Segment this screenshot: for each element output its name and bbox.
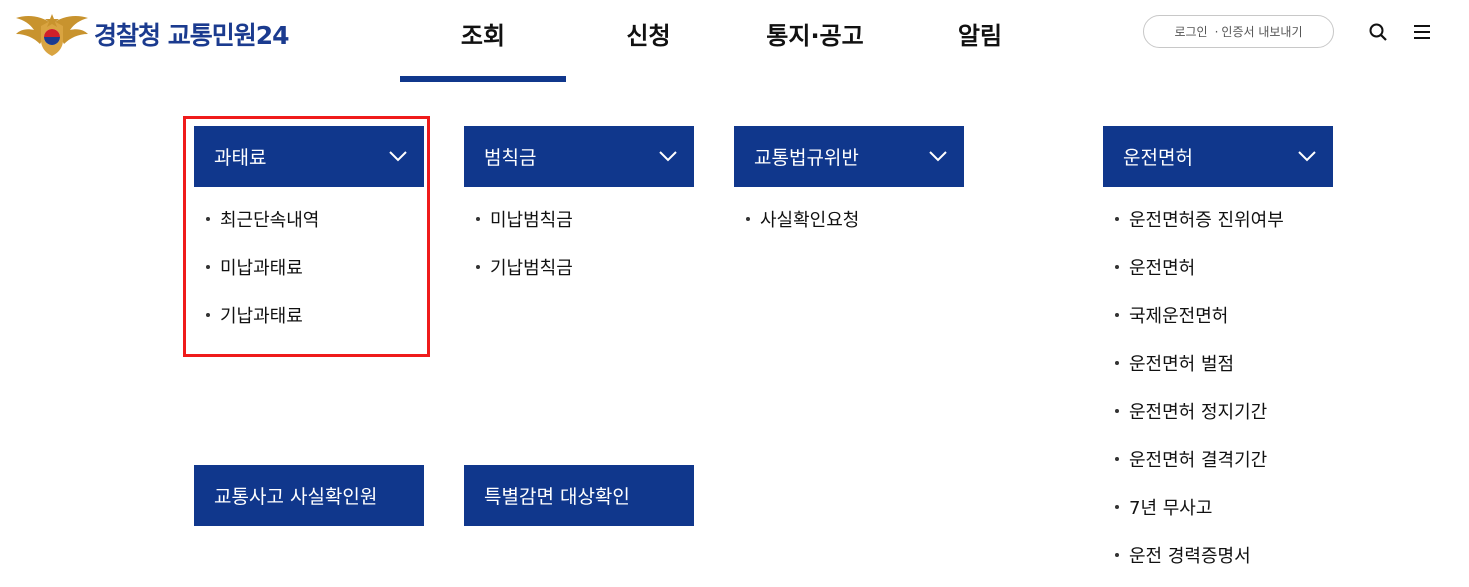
submenu-item-label: 운전면허 정지기간 <box>1129 402 1268 423</box>
submenu-item-label: 사실확인요청 <box>760 210 860 231</box>
submenu-item-label: 운전 경력증명서 <box>1129 546 1251 567</box>
bullet <box>476 217 480 221</box>
submenu-item-seven-year-no-accident[interactable]: 7년 무사고 <box>1103 491 1284 539</box>
nav-alerts[interactable]: 알림 <box>945 16 1015 50</box>
submenu-item-disqualification-period[interactable]: 운전면허 결격기간 <box>1103 443 1284 491</box>
bullet <box>1115 265 1119 269</box>
nav-lookup[interactable]: 조회 <box>400 16 566 50</box>
site-header: 경찰청 교통민원24 조회 신청 통지·공고 알림 로그인 · 인증서 내보내기 <box>0 0 1469 82</box>
search-icon[interactable] <box>1368 22 1388 42</box>
bullet <box>1115 505 1119 509</box>
submenu-item-license-points[interactable]: 운전면허 벌점 <box>1103 347 1284 395</box>
highlight-box <box>183 116 430 357</box>
bullet <box>476 265 480 269</box>
bullet <box>1115 217 1119 221</box>
submenu-item-label: 국제운전면허 <box>1129 306 1229 327</box>
penalties-submenu: 미납범칙금 기납범칙금 <box>464 203 573 299</box>
submenu-item-label: 기납범칙금 <box>490 258 573 279</box>
chevron-down-icon <box>929 151 947 162</box>
active-nav-indicator <box>400 76 566 82</box>
police-emblem-icon <box>16 14 88 56</box>
submenu-item-label: 미납범칙금 <box>490 210 573 231</box>
bullet <box>1115 553 1119 557</box>
accident-fact-certificate-button[interactable]: 교통사고 사실확인원 <box>194 465 424 526</box>
bullet <box>1115 457 1119 461</box>
traffic-violation-submenu: 사실확인요청 <box>734 203 859 251</box>
submenu-item-paid-penalties[interactable]: 기납범칙금 <box>464 251 573 299</box>
site-logo[interactable]: 경찰청 교통민원24 <box>14 10 289 58</box>
chevron-down-icon <box>659 151 677 162</box>
bullet <box>1115 361 1119 365</box>
submenu-item-license[interactable]: 운전면허 <box>1103 251 1284 299</box>
menu-header-label: 운전면허 <box>1123 147 1193 169</box>
separator-dot: · <box>1214 24 1219 39</box>
cert-export-link[interactable]: 인증서 내보내기 <box>1221 23 1302 40</box>
submenu-item-label: 운전면허 <box>1129 258 1196 279</box>
drivers-license-submenu: 운전면허증 진위여부 운전면허 국제운전면허 운전면허 벌점 운전면허 정지기간… <box>1103 203 1284 587</box>
submenu-item-license-authenticity[interactable]: 운전면허증 진위여부 <box>1103 203 1284 251</box>
submenu-item-label: 운전면허증 진위여부 <box>1129 210 1284 231</box>
chevron-down-icon <box>1298 151 1316 162</box>
menu-header-traffic-violation[interactable]: 교통법규위반 <box>734 126 964 187</box>
submenu-item-suspension-period[interactable]: 운전면허 정지기간 <box>1103 395 1284 443</box>
submenu-item-label: 운전면허 벌점 <box>1129 354 1235 375</box>
submenu-item-label: 운전면허 결격기간 <box>1129 450 1268 471</box>
bullet <box>746 217 750 221</box>
submenu-item-fact-check-request[interactable]: 사실확인요청 <box>734 203 859 251</box>
site-title: 경찰청 교통민원24 <box>94 21 289 50</box>
nav-notice[interactable]: 통지·공고 <box>755 16 875 50</box>
menu-header-penalties[interactable]: 범칙금 <box>464 126 694 187</box>
menu-header-drivers-license[interactable]: 운전면허 <box>1103 126 1333 187</box>
submenu-item-driving-career-certificate[interactable]: 운전 경력증명서 <box>1103 539 1284 587</box>
menu-header-label: 범칙금 <box>484 147 537 169</box>
login-pill[interactable]: 로그인 · 인증서 내보내기 <box>1143 15 1334 48</box>
special-reduction-check-button[interactable]: 특별감면 대상확인 <box>464 465 694 526</box>
submenu-item-label: 7년 무사고 <box>1129 498 1213 519</box>
bullet <box>1115 313 1119 317</box>
menu-header-label: 교통법규위반 <box>754 147 859 169</box>
login-link[interactable]: 로그인 <box>1174 23 1207 40</box>
menu-icon[interactable] <box>1412 22 1432 42</box>
submenu-item-unpaid-penalties[interactable]: 미납범칙금 <box>464 203 573 251</box>
submenu-item-international-license[interactable]: 국제운전면허 <box>1103 299 1284 347</box>
bullet <box>1115 409 1119 413</box>
nav-apply[interactable]: 신청 <box>600 16 697 50</box>
